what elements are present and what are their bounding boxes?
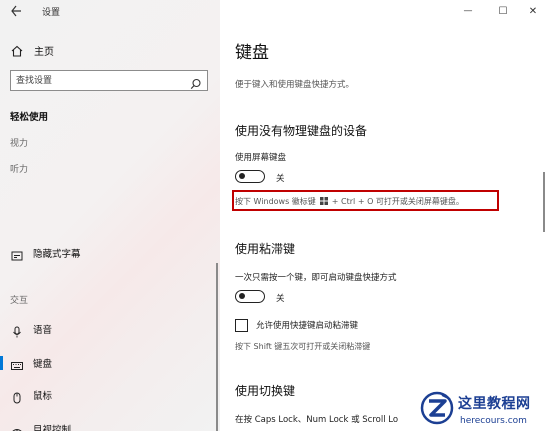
maximize-icon: ☐ [498, 5, 508, 17]
search-box[interactable] [10, 70, 208, 91]
section-title: 轻松使用 [10, 112, 49, 123]
maximize-button[interactable]: ☐ [486, 0, 520, 22]
osk-heading: 使用没有物理键盘的设备 [235, 124, 368, 138]
sidebar-item-label: 隐藏式字幕 [33, 249, 81, 260]
osk-toggle-label: 使用屏幕键盘 [235, 153, 287, 163]
category-interaction: 交互 [10, 296, 29, 306]
keyboard-icon [11, 357, 23, 370]
watermark: 这里教程网 herecours.com [414, 390, 550, 431]
microphone-icon [11, 323, 23, 338]
sidebar-item-speech[interactable]: 语音 [0, 318, 220, 340]
sidebar-scrollbar[interactable] [216, 263, 218, 431]
search-input[interactable] [11, 71, 189, 90]
minimize-button[interactable]: — [451, 0, 485, 22]
sidebar-item-mouse[interactable]: 鼠标 [0, 384, 220, 406]
window-title: 设置 [42, 8, 61, 18]
page-title: 键盘 [235, 43, 269, 63]
sidebar-item-label: 语音 [33, 325, 53, 336]
osk-toggle-state: 关 [276, 174, 285, 184]
eye-control-icon [11, 423, 23, 431]
osk-hint: 按下 Windows 徽标键 + Ctrl + O 可打开或关闭屏幕键盘。 [235, 196, 464, 207]
close-icon: ✕ [528, 5, 538, 17]
home-label: 主页 [34, 46, 54, 58]
home-icon [10, 43, 24, 57]
sidebar-item-keyboard[interactable]: 键盘 [0, 352, 220, 374]
closed-caption-icon [11, 247, 23, 261]
toggle-knob [239, 293, 245, 299]
sticky-heading: 使用粘滞键 [235, 242, 296, 256]
sidebar-item-closed-captions[interactable]: 隐藏式字幕 [0, 242, 220, 264]
mouse-icon [11, 389, 23, 404]
back-arrow-icon[interactable] [10, 4, 24, 20]
home-link[interactable]: 主页 [10, 42, 54, 58]
watermark-url: herecours.com [460, 416, 527, 426]
sticky-toggle-label: 一次只需按一个键，即可启动键盘快捷方式 [235, 273, 397, 283]
category-hearing: 听力 [10, 165, 29, 175]
sticky-toggle-state: 关 [276, 294, 285, 304]
toggle-keys-description: 在按 Caps Lock、Num Lock 或 Scroll Lo [235, 415, 399, 425]
sticky-toggle[interactable] [235, 290, 265, 303]
toggle-keys-heading: 使用切换键 [235, 384, 296, 398]
windows-logo-icon [319, 196, 328, 207]
sticky-checkbox-label: 允许使用快捷键启动粘滞键 [256, 321, 359, 331]
toggle-knob [239, 173, 245, 179]
osk-hint-suffix: + Ctrl + O 可打开或关闭屏幕键盘。 [331, 197, 464, 206]
sticky-shortcut-checkbox[interactable] [235, 319, 248, 332]
sidebar-item-eye-control[interactable]: 目视控制 [0, 418, 220, 431]
search-icon[interactable] [190, 75, 202, 90]
sidebar-item-label: 鼠标 [33, 391, 53, 402]
category-vision: 视力 [10, 139, 29, 149]
sidebar-item-label: 键盘 [33, 359, 53, 370]
sidebar: 设置 主页 轻松使用 视力 听力 隐藏式字幕 交互 语音 键盘 [0, 0, 220, 431]
sticky-hint: 按下 Shift 键五次可打开或关闭粘滞键 [235, 342, 371, 351]
watermark-name: 这里教程网 [458, 396, 531, 412]
sidebar-item-label: 目视控制 [33, 425, 72, 431]
main-scrollbar[interactable] [543, 172, 545, 232]
watermark-logo-icon [420, 391, 454, 425]
minimize-icon: — [463, 6, 473, 16]
main-content: 键盘 便于键入和使用键盘快捷方式。 使用没有物理键盘的设备 使用屏幕键盘 关 按… [220, 0, 550, 431]
page-description: 便于键入和使用键盘快捷方式。 [235, 80, 355, 90]
osk-hint-prefix: 按下 Windows 徽标键 [235, 197, 316, 206]
osk-toggle[interactable] [235, 170, 265, 183]
close-button[interactable]: ✕ [516, 0, 550, 22]
